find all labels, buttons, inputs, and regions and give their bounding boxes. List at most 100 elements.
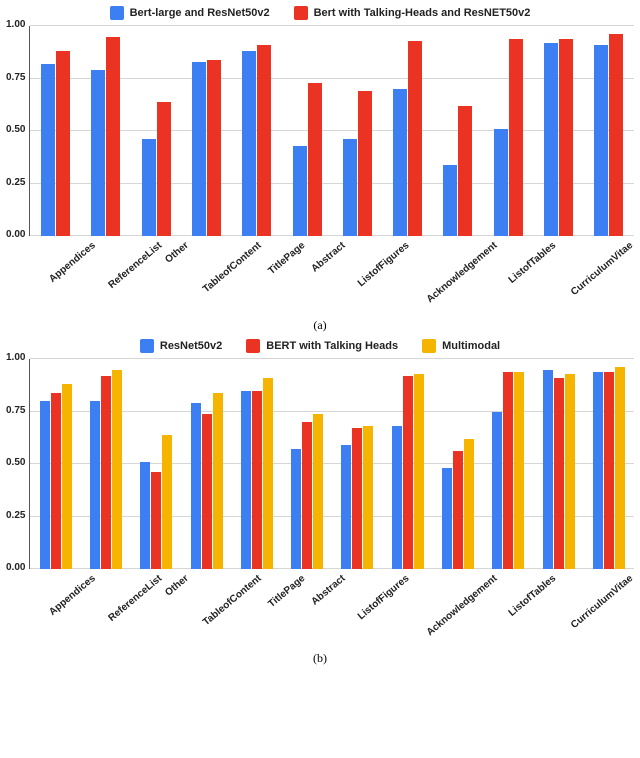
bar	[494, 129, 508, 236]
bar	[392, 426, 402, 569]
bar	[393, 89, 407, 236]
bar	[151, 472, 161, 569]
bar-group	[232, 45, 282, 236]
legend-b: ResNet50v2 BERT with Talking Heads Multi…	[6, 339, 634, 353]
chart-b: ResNet50v2 BERT with Talking Heads Multi…	[6, 339, 634, 666]
bar	[358, 91, 372, 236]
bar	[252, 391, 262, 570]
bar	[609, 34, 623, 236]
plot-row-a: 1.000.750.500.250.00	[6, 26, 634, 236]
bars-container-a	[30, 26, 634, 236]
bar-group	[483, 372, 533, 569]
bar	[213, 393, 223, 569]
bar	[408, 41, 422, 236]
bar-group	[232, 378, 282, 569]
bar	[443, 165, 457, 236]
legend-label-a-1: Bert with Talking-Heads and ResNET50v2	[314, 7, 531, 19]
bar	[559, 39, 573, 236]
bar	[91, 70, 105, 236]
bar-group	[282, 414, 332, 569]
plot-area-b	[29, 359, 634, 569]
y-axis-b: 1.000.750.500.250.00	[6, 359, 29, 569]
bar-group	[30, 384, 80, 569]
bar-group	[332, 426, 382, 569]
bar	[514, 372, 524, 569]
bar	[594, 45, 608, 236]
bar	[62, 384, 72, 569]
bar-group	[81, 37, 131, 237]
bar	[464, 439, 474, 569]
bar	[41, 64, 55, 236]
bar	[101, 376, 111, 569]
bar	[565, 374, 575, 569]
bar	[308, 83, 322, 236]
bar-group	[30, 51, 80, 236]
legend-swatch-b-0	[140, 339, 154, 353]
legend-item-a-1: Bert with Talking-Heads and ResNET50v2	[294, 6, 531, 20]
bar-group	[131, 435, 181, 569]
bar	[90, 401, 100, 569]
bar-group	[433, 106, 483, 236]
legend-swatch-a-0	[110, 6, 124, 20]
bar	[403, 376, 413, 569]
legend-swatch-b-2	[422, 339, 436, 353]
bar-group	[483, 39, 533, 236]
bar-group	[181, 60, 231, 236]
bar	[343, 139, 357, 236]
plot-row-b: 1.000.750.500.250.00	[6, 359, 634, 569]
bar	[140, 462, 150, 569]
bar	[157, 102, 171, 236]
bar	[142, 139, 156, 236]
bar	[192, 62, 206, 236]
bar-group	[584, 367, 634, 569]
bar-group	[181, 393, 231, 569]
chart-a: Bert-large and ResNet50v2 Bert with Talk…	[6, 6, 634, 333]
bar	[414, 374, 424, 569]
bar	[341, 445, 351, 569]
bar	[51, 393, 61, 569]
bar	[503, 372, 513, 569]
bar	[263, 378, 273, 569]
plot-area-a	[29, 26, 634, 236]
bar	[615, 367, 625, 569]
bar-group	[332, 91, 382, 236]
bar	[492, 412, 502, 570]
bar	[453, 451, 463, 569]
bar	[207, 60, 221, 236]
y-axis-a: 1.000.750.500.250.00	[6, 26, 29, 236]
bar-group	[533, 39, 583, 236]
bar	[442, 468, 452, 569]
legend-a: Bert-large and ResNet50v2 Bert with Talk…	[6, 6, 634, 20]
bar	[40, 401, 50, 569]
bar-group	[282, 83, 332, 236]
bar-group	[584, 34, 634, 236]
bar-group	[383, 41, 433, 236]
legend-swatch-a-1	[294, 6, 308, 20]
x-axis-b: AppendicesReferenceListOtherTableofConte…	[34, 569, 634, 649]
x-axis-a: AppendicesReferenceListOtherTableofConte…	[34, 236, 634, 316]
legend-item-b-0: ResNet50v2	[140, 339, 222, 353]
legend-label-b-0: ResNet50v2	[160, 340, 222, 352]
bar	[544, 43, 558, 236]
bar	[191, 403, 201, 569]
legend-label-a-0: Bert-large and ResNet50v2	[130, 7, 270, 19]
bar	[313, 414, 323, 569]
bars-container-b	[30, 359, 634, 569]
bar	[291, 449, 301, 569]
bar	[162, 435, 172, 569]
bar	[202, 414, 212, 569]
bar	[241, 391, 251, 570]
bar-group	[81, 370, 131, 570]
bar	[593, 372, 603, 569]
bar	[352, 428, 362, 569]
bar	[458, 106, 472, 236]
bar	[293, 146, 307, 236]
bar	[106, 37, 120, 237]
bar	[112, 370, 122, 570]
bar	[509, 39, 523, 236]
bar	[257, 45, 271, 236]
legend-item-a-0: Bert-large and ResNet50v2	[110, 6, 270, 20]
bar	[242, 51, 256, 236]
bar-group	[433, 439, 483, 569]
bar	[543, 370, 553, 570]
